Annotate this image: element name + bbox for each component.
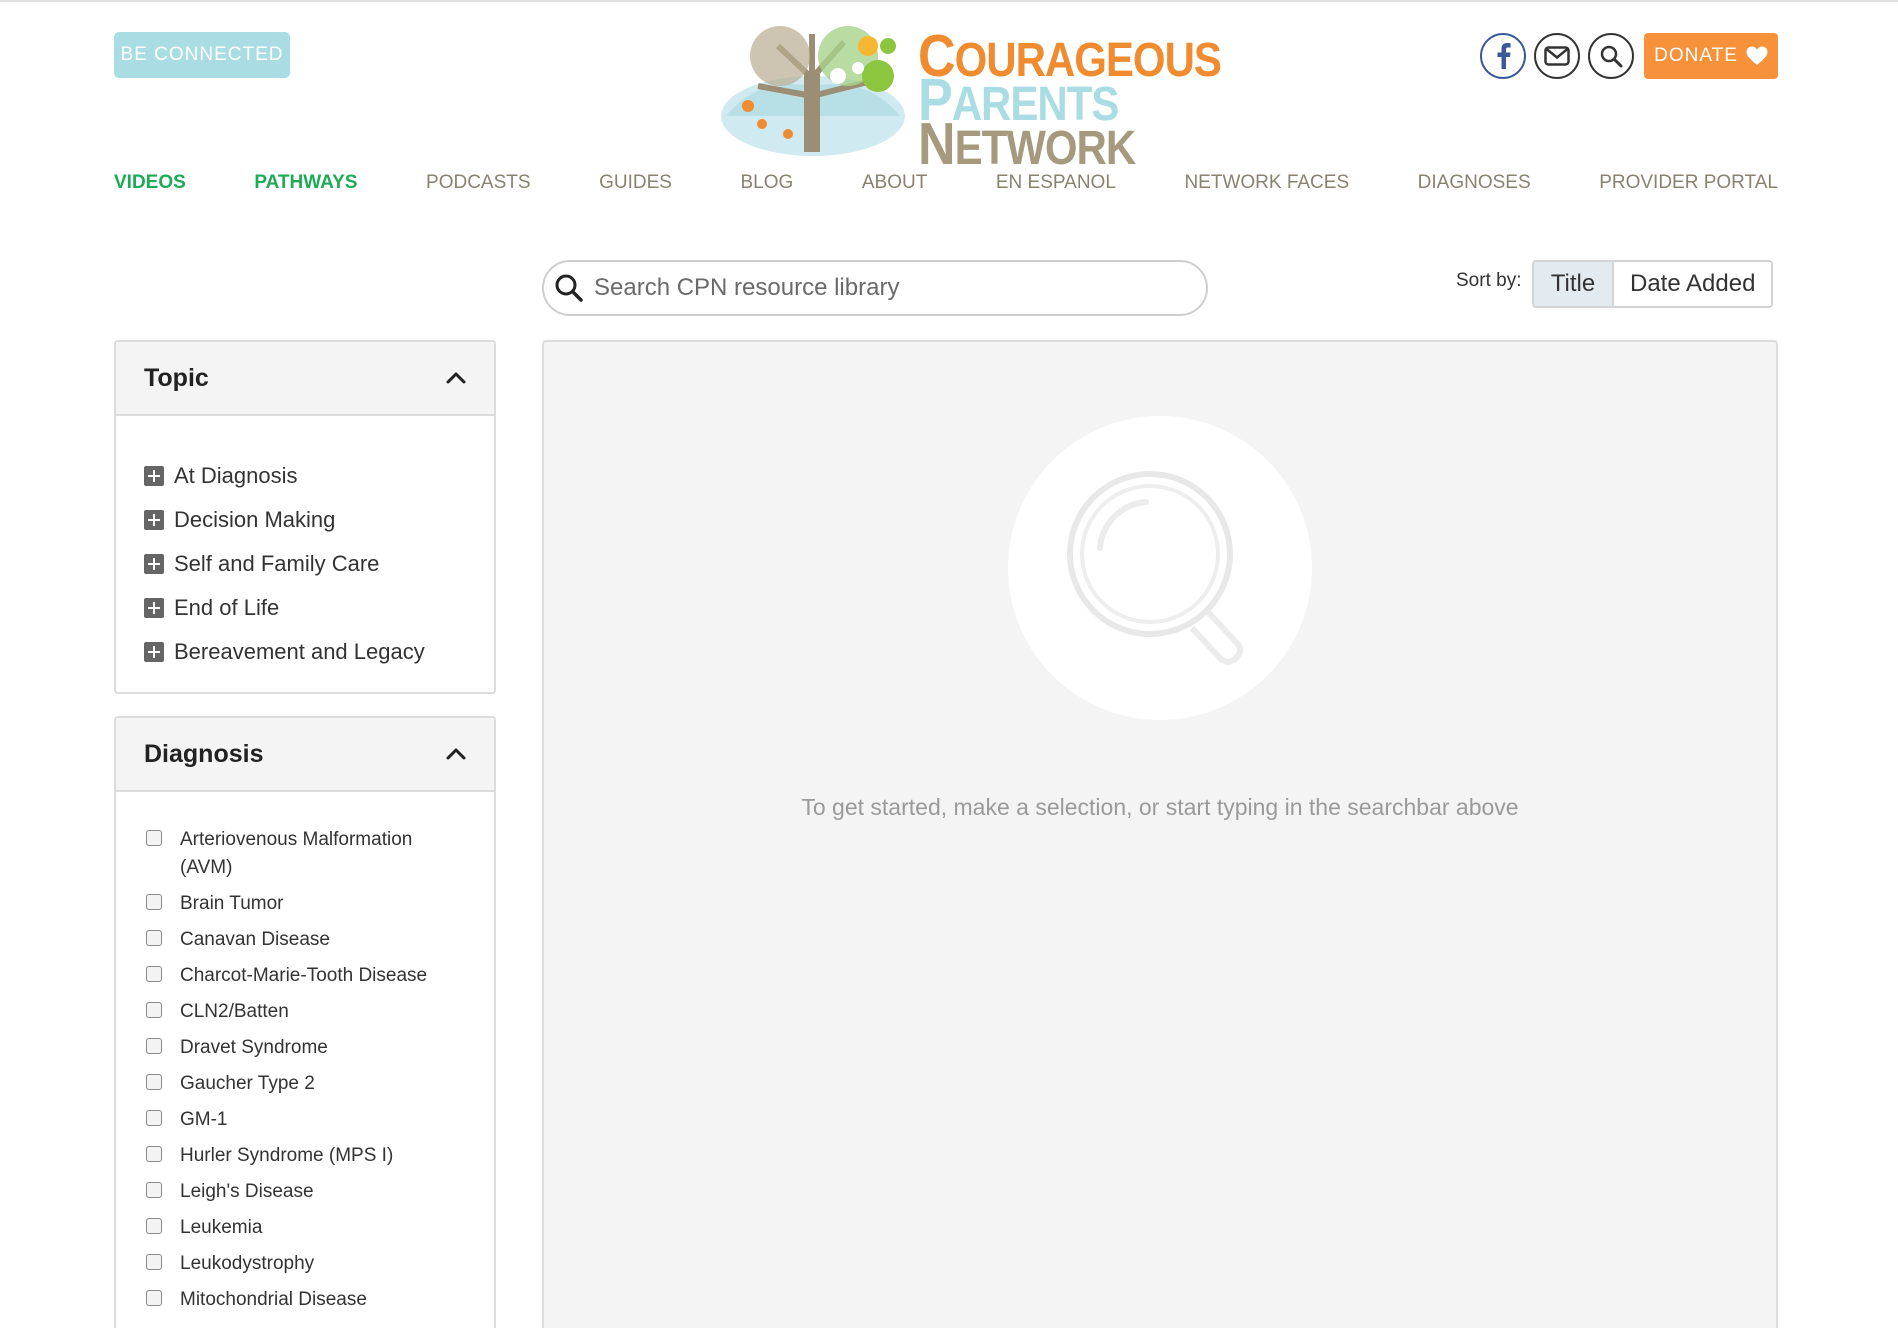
diagnosis-checkbox[interactable] [146,1254,162,1270]
topic-list: At Diagnosis Decision Making Self and Fa… [116,416,494,674]
diagnosis-label: Dravet Syndrome [180,1037,328,1058]
topic-item[interactable]: Decision Making [144,498,494,542]
be-connected-button[interactable]: BE CONNECTED [114,32,290,78]
diagnosis-item[interactable]: Leukemia [146,1214,494,1242]
nav-en-espanol[interactable]: EN ESPANOL [996,172,1116,202]
diagnosis-label: CLN2/Batten [180,1001,289,1022]
diagnosis-checkbox[interactable] [146,1038,162,1054]
diagnosis-item[interactable]: Charcot-Marie-Tooth Disease [146,962,494,990]
diagnosis-item[interactable]: Leigh's Disease [146,1178,494,1206]
diagnosis-label: Canavan Disease [180,929,330,950]
diagnosis-checkbox[interactable] [146,1290,162,1306]
topic-item[interactable]: At Diagnosis [144,454,494,498]
diagnosis-checkbox[interactable] [146,830,162,846]
topic-panel-header[interactable]: Topic [116,342,494,416]
logo-word-network: Network [918,111,1136,178]
library-search [542,260,1208,316]
plus-icon[interactable] [144,554,164,574]
topic-item-label: End of Life [174,595,280,620]
chevron-up-icon[interactable] [446,372,466,384]
diagnosis-item[interactable]: CLN2/Batten [146,998,494,1026]
topic-item[interactable]: Bereavement and Legacy [144,630,494,674]
diagnosis-checkbox[interactable] [146,1110,162,1126]
nav-diagnoses[interactable]: DIAGNOSES [1418,172,1531,202]
library-search-input[interactable] [594,274,1174,302]
diagnosis-item[interactable]: Arteriovenous Malformation (AVM) [146,826,494,882]
nav-guides[interactable]: GUIDES [599,172,672,202]
nav-podcasts[interactable]: PODCASTS [426,172,531,202]
diagnosis-checkbox[interactable] [146,1218,162,1234]
nav-about[interactable]: ABOUT [862,172,927,202]
diagnosis-filter-panel: Diagnosis Arteriovenous Malformation (AV… [114,716,496,1328]
diagnosis-item[interactable]: Leukodystrophy [146,1250,494,1278]
site-logo[interactable]: Courageous Parents Network [718,16,1222,178]
diagnosis-checkbox[interactable] [146,894,162,910]
nav-pathways[interactable]: PATHWAYS [254,172,357,202]
diagnosis-checkbox[interactable] [146,1182,162,1198]
diagnosis-item[interactable]: Dravet Syndrome [146,1034,494,1062]
diagnosis-list: Arteriovenous Malformation (AVM) Brain T… [116,792,494,1314]
sort-by-label: Sort by: [1456,270,1522,291]
diagnosis-label: Arteriovenous Malformation (AVM) [180,829,413,878]
diagnosis-item[interactable]: Brain Tumor [146,890,494,918]
donate-button[interactable]: DONATE [1644,33,1778,79]
diagnosis-panel-title: Diagnosis [144,739,264,768]
main-nav: VIDEOS PATHWAYS PODCASTS GUIDES BLOG ABO… [114,172,1778,202]
diagnosis-item[interactable]: Mitochondrial Disease [146,1286,494,1314]
diagnosis-checkbox[interactable] [146,930,162,946]
diagnosis-label: Charcot-Marie-Tooth Disease [180,965,428,986]
tree-logo-icon [721,26,905,156]
topic-item-label: Self and Family Care [174,551,380,576]
diagnosis-label: Gaucher Type 2 [180,1073,315,1094]
nav-videos[interactable]: VIDEOS [114,172,186,202]
diagnosis-item[interactable]: Canavan Disease [146,926,494,954]
plus-icon[interactable] [144,598,164,618]
sort-toggle: Title Date Added [1532,260,1774,308]
diagnosis-item[interactable]: Hurler Syndrome (MPS I) [146,1142,494,1170]
sort-date-added-button[interactable]: Date Added [1614,262,1771,306]
diagnosis-item[interactable]: Gaucher Type 2 [146,1070,494,1098]
topic-item-label: Bereavement and Legacy [174,639,425,664]
diagnosis-label: Mitochondrial Disease [180,1289,367,1310]
diagnosis-panel-header[interactable]: Diagnosis [116,718,494,792]
nav-provider-portal[interactable]: PROVIDER PORTAL [1599,172,1778,202]
diagnosis-checkbox[interactable] [146,1074,162,1090]
topic-item-label: At Diagnosis [174,463,298,488]
diagnosis-label: GM-1 [180,1109,228,1130]
mail-icon [1544,46,1570,66]
diagnosis-checkbox[interactable] [146,966,162,982]
plus-icon[interactable] [144,642,164,662]
plus-icon[interactable] [144,466,164,486]
chevron-up-icon[interactable] [446,748,466,760]
diagnosis-checkbox[interactable] [146,1002,162,1018]
search-icon [555,274,583,302]
diagnosis-label: Hurler Syndrome (MPS I) [180,1145,394,1166]
results-area: To get started, make a selection, or sta… [542,340,1778,1328]
search-icon [1600,45,1623,68]
plus-icon[interactable] [144,510,164,530]
topic-item[interactable]: Self and Family Care [144,542,494,586]
header-search-button[interactable] [1588,33,1634,79]
diagnosis-label: Leukodystrophy [180,1253,315,1274]
empty-state-message: To get started, make a selection, or sta… [801,794,1519,820]
diagnosis-checkbox[interactable] [146,1146,162,1162]
empty-state-circle [1008,416,1312,720]
facebook-icon [1497,43,1511,69]
email-button[interactable] [1534,33,1580,79]
diagnosis-label: Leukemia [180,1217,263,1238]
topic-item-label: Decision Making [174,507,336,532]
diagnosis-label: Brain Tumor [180,893,284,914]
heart-icon [1746,46,1768,65]
topic-item[interactable]: End of Life [144,586,494,630]
magnifier-placeholder-icon [1067,471,1243,665]
nav-network-faces[interactable]: NETWORK FACES [1184,172,1349,202]
sort-title-button[interactable]: Title [1534,262,1614,306]
facebook-button[interactable] [1480,33,1526,79]
topic-panel-title: Topic [144,363,209,392]
diagnosis-label: Leigh's Disease [180,1181,314,1202]
donate-label: DONATE [1654,45,1738,66]
diagnosis-item[interactable]: GM-1 [146,1106,494,1134]
topic-filter-panel: Topic At Diagnosis Decision Making Self … [114,340,496,694]
nav-blog[interactable]: BLOG [741,172,794,202]
